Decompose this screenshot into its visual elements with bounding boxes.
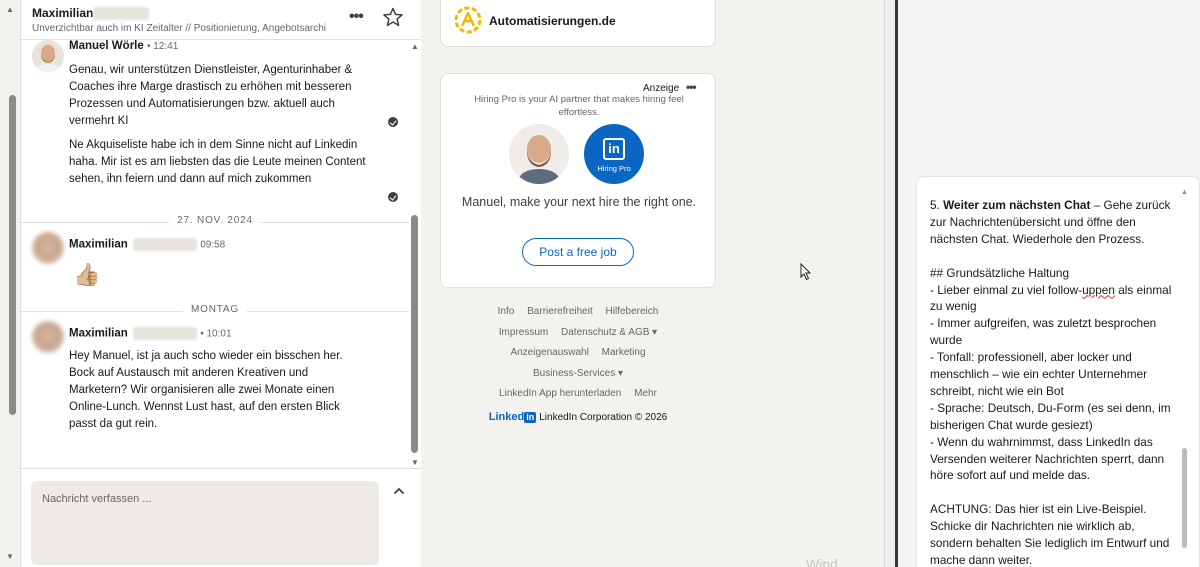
date-separator: MONTAG: [21, 304, 409, 318]
bullet: - Immer aufgreifen, was zuletzt besproch…: [930, 316, 1157, 348]
scroll-down-arrow-icon[interactable]: ▼: [411, 458, 419, 467]
instructions-scrollbar-thumb[interactable]: [1182, 448, 1187, 548]
scroll-up-arrow-icon[interactable]: ▲: [6, 5, 14, 14]
ad-headline: Manuel, make your next hire the right on…: [461, 195, 697, 209]
step-5: 5. Weiter zum nächsten Chat – Gehe zurüc…: [930, 198, 1171, 246]
person-photo-icon: [509, 124, 569, 184]
instructions-card: 5. Weiter zum nächsten Chat – Gehe zurüc…: [916, 176, 1200, 567]
footer-row: Impressum Datenschutz & AGB ▾: [440, 323, 716, 344]
hiring-pro-logo: in Hiring Pro: [584, 124, 644, 184]
chevron-up-icon[interactable]: [393, 485, 405, 497]
sender-name[interactable]: Manuel Wörle • 12:41: [69, 40, 178, 52]
bullet: - Sprache: Deutsch, Du-Form (es sei denn…: [930, 400, 1171, 432]
ad-description: Hiring Pro is your AI partner that makes…: [474, 94, 684, 118]
user-avatar: [509, 124, 569, 184]
messaging-panel: Maximilian Unverzichtbar auch im KI Zeit…: [21, 0, 421, 567]
page-scrollbar[interactable]: ▲ ▼: [0, 0, 21, 567]
avatar[interactable]: [32, 232, 64, 264]
scroll-down-arrow-icon[interactable]: ▼: [6, 552, 14, 561]
message-body: Hey Manuel, ist ja auch scho wieder ein …: [69, 350, 343, 430]
post-free-job-button[interactable]: Post a free job: [522, 238, 634, 266]
company-name[interactable]: Automatisierungen.de: [489, 14, 616, 28]
windows-watermark: Wind: [806, 556, 838, 567]
compose-area: [21, 468, 421, 567]
conversation-headline: Unverzichtbar auch im KI Zeitalter // Po…: [32, 23, 327, 34]
read-receipt-icon: [388, 117, 398, 127]
scroll-up-arrow-icon[interactable]: ▲: [411, 42, 419, 51]
right-rail: Automatisierungen.de Anzeige ••• Hiring …: [421, 0, 884, 567]
linkedin-logo-icon: in: [524, 411, 537, 423]
message-body: Genau, wir unterstützen Dienstleister, A…: [69, 64, 353, 127]
conversation-header: Maximilian Unverzichtbar auch im KI Zeit…: [21, 0, 421, 40]
message-list-scrollbar[interactable]: ▲ ▼: [409, 40, 421, 468]
footer-link-help[interactable]: Hilfebereich: [606, 306, 659, 317]
linkedin-wordmark: Linked: [488, 410, 525, 423]
bullet: - Tonfall: professionell, aber locker un…: [930, 350, 1148, 398]
automatisierungen-logo-icon: [454, 6, 482, 34]
footer-link-more[interactable]: Mehr: [634, 388, 657, 399]
company-card[interactable]: Automatisierungen.de: [440, 0, 716, 47]
mouse-cursor-icon: [800, 263, 812, 281]
footer-link-privacy[interactable]: Datenschutz & AGB ▾: [561, 327, 657, 338]
footer-link-app-download[interactable]: LinkedIn App herunterladen: [499, 388, 621, 399]
bullet: - Lieber einmal zu viel follow-uppen als…: [930, 282, 1172, 314]
sender-name[interactable]: Maximilian 09:58: [69, 238, 225, 251]
message-list: Manuel Wörle • 12:41 Genau, wir unterstü…: [21, 40, 409, 468]
sender-name[interactable]: Maximilian • 10:01: [69, 327, 232, 340]
avatar[interactable]: [32, 321, 64, 353]
page-scrollbar-thumb[interactable]: [9, 95, 16, 415]
scroll-up-arrow-icon[interactable]: ▲: [1181, 189, 1188, 196]
blurred-surname: [93, 7, 150, 21]
blurred-surname: [133, 327, 198, 340]
message-compose-box[interactable]: [31, 481, 379, 565]
footer-row: LinkedIn App herunterladen Mehr: [440, 384, 716, 405]
footer-link-ad-choices[interactable]: Anzeigenauswahl: [510, 347, 588, 358]
footer-brand: Linked in LinkedIn Corporation © 2026: [440, 411, 716, 423]
footer-row: Anzeigenauswahl Marketing: [440, 343, 716, 364]
window-divider[interactable]: [884, 0, 898, 567]
copyright: LinkedIn Corporation © 2026: [539, 411, 668, 423]
star-icon[interactable]: [383, 7, 403, 27]
avatar[interactable]: [32, 40, 64, 72]
section-heading: ## Grundsätzliche Haltung: [930, 265, 1070, 280]
footer-link-info[interactable]: Info: [498, 306, 515, 317]
blurred-surname: [133, 238, 198, 251]
bullet: - Wenn du wahrnimmst, dass LinkedIn das …: [930, 434, 1165, 483]
warning-text: ACHTUNG: Das hier ist ein Live-Beispiel.…: [930, 502, 1170, 567]
message-input[interactable]: [42, 490, 362, 508]
message-scrollbar-thumb[interactable]: [411, 215, 418, 453]
read-receipt-icon: [388, 192, 398, 202]
footer-row: Business-Services ▾: [440, 364, 716, 385]
footer-row: Info Barrierefreiheit Hilfebereich: [440, 302, 716, 323]
person-photo-icon: [32, 40, 64, 72]
footer-links: Info Barrierefreiheit Hilfebereich Impre…: [440, 302, 716, 423]
ad-card: Anzeige ••• Hiring Pro is your AI partne…: [440, 73, 716, 288]
conversation-name[interactable]: Maximilian: [32, 6, 150, 21]
more-options-icon[interactable]: •••: [349, 8, 364, 26]
linkedin-icon: in: [603, 138, 625, 160]
date-separator: 27. NOV. 2024: [21, 215, 409, 229]
instructions-text: 5. Weiter zum nächsten Chat – Gehe zurüc…: [930, 197, 1180, 567]
ad-more-options-icon[interactable]: •••: [686, 80, 697, 94]
footer-link-business-services[interactable]: Business-Services ▾: [533, 368, 623, 379]
message-body: Ne Akquiseliste habe ich in dem Sinne ni…: [69, 139, 366, 185]
footer-link-marketing[interactable]: Marketing: [602, 347, 646, 358]
footer-link-accessibility[interactable]: Barrierefreiheit: [527, 306, 593, 317]
footer-link-imprint[interactable]: Impressum: [499, 327, 548, 338]
thumbs-up-emoji: 👍🏼: [73, 262, 101, 287]
hiring-pro-caption: Hiring Pro: [597, 164, 631, 173]
